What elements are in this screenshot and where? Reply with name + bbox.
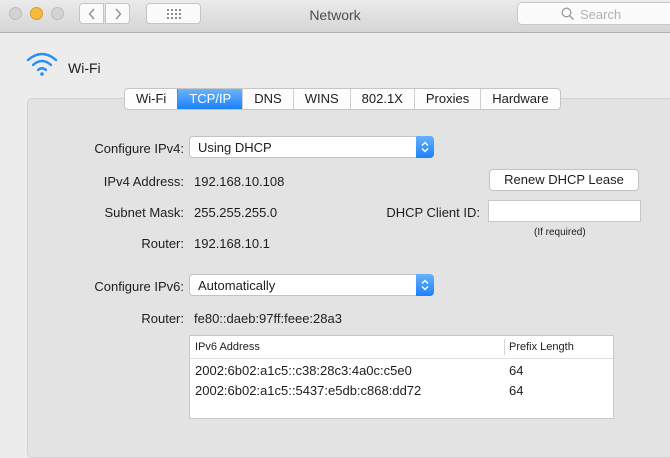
tab-dns[interactable]: DNS — [242, 89, 292, 109]
ipv6-router-value: fe80::daeb:97ff:feee:28a3 — [194, 311, 342, 326]
client-id-hint: (If required) — [534, 227, 586, 238]
column-header-prefix-length[interactable]: Prefix Length — [509, 341, 574, 353]
subnet-mask-value: 255.255.255.0 — [194, 205, 278, 220]
ipv6-router-label: Router: — [141, 311, 184, 326]
configure-ipv4-popup[interactable]: Using DHCP — [189, 136, 434, 158]
renew-dhcp-lease-button[interactable]: Renew DHCP Lease — [489, 169, 639, 191]
column-header-ipv6-address[interactable]: IPv6 Address — [195, 341, 260, 353]
configure-ipv4-value: Using DHCP — [198, 140, 272, 155]
prefix-length-cell: 64 — [509, 363, 524, 378]
ipv6-address-cell: 2002:6b02:a1c5::5437:e5db:c868:dd72 — [195, 383, 422, 398]
ipv4-address-label: IPv4 Address: — [103, 174, 184, 189]
table-row[interactable]: 2002:6b02:a1c5::5437:e5db:c868:dd72 64 — [190, 381, 613, 401]
updown-arrows-icon — [416, 136, 434, 158]
tab-hardware[interactable]: Hardware — [480, 89, 559, 109]
prefix-length-cell: 64 — [509, 383, 524, 398]
tab-wins[interactable]: WINS — [292, 89, 350, 109]
tab-tcpip[interactable]: TCP/IP — [177, 89, 243, 109]
configure-ipv6-value: Automatically — [198, 278, 276, 293]
dhcp-client-id-field[interactable] — [488, 200, 641, 222]
table-row[interactable]: 2002:6b02:a1c5::c38:28c3:4a0c:c5e0 64 — [190, 361, 613, 381]
title-bar: Network Search — [0, 0, 670, 33]
subnet-mask-label: Subnet Mask: — [104, 205, 185, 220]
search-icon — [561, 7, 574, 20]
ipv4-router-label: Router: — [141, 236, 184, 251]
ipv6-address-cell: 2002:6b02:a1c5::c38:28c3:4a0c:c5e0 — [195, 363, 412, 378]
tab-wifi[interactable]: Wi-Fi — [125, 89, 177, 109]
tab-8021x[interactable]: 802.1X — [349, 89, 414, 109]
tab-bar: Wi-Fi TCP/IP DNS WINS 802.1X Proxies Har… — [124, 88, 561, 110]
ipv4-address-value: 192.168.10.108 — [194, 174, 285, 189]
configure-ipv4-label: Configure IPv4: — [94, 141, 184, 156]
updown-arrows-icon — [416, 274, 434, 296]
column-divider — [504, 339, 505, 355]
configure-ipv6-popup[interactable]: Automatically — [189, 274, 434, 296]
table-header: IPv6 Address Prefix Length — [190, 336, 613, 359]
tab-proxies[interactable]: Proxies — [413, 89, 480, 109]
wifi-icon — [26, 52, 58, 76]
ipv6-address-table[interactable]: IPv6 Address Prefix Length 2002:6b02:a1c… — [189, 335, 614, 419]
ipv4-router-value: 192.168.10.1 — [194, 236, 270, 251]
interface-name: Wi-Fi — [68, 60, 101, 76]
dhcp-client-id-label: DHCP Client ID: — [386, 205, 480, 220]
configure-ipv6-label: Configure IPv6: — [94, 279, 184, 294]
advanced-settings-sheet: Wi-Fi Wi-Fi TCP/IP DNS WINS 802.1X Proxi… — [8, 33, 670, 458]
search-placeholder: Search — [580, 7, 622, 22]
search-field[interactable]: Search — [517, 2, 670, 25]
